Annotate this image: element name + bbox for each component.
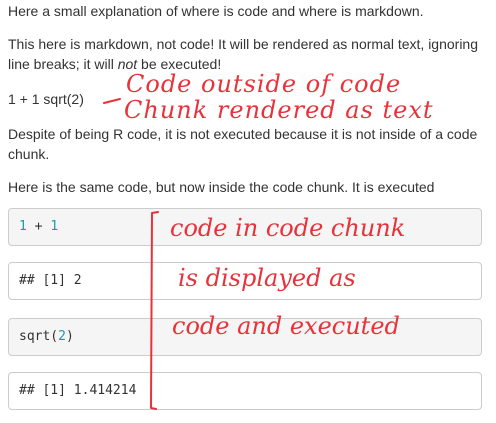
annotation-outside-line2: Chunk rendered as text	[124, 96, 434, 124]
annotation-marks	[103, 98, 159, 410]
annotation-inside-line1: code in code chunk	[170, 214, 406, 242]
annotation-inside-line2: is displayed as	[178, 264, 356, 292]
annotation-dash	[103, 98, 121, 104]
annotation-outside-line1: Code outside of code	[126, 70, 402, 98]
annotation-inside-line3: code and executed	[172, 312, 400, 340]
annotation-bracket	[150, 211, 159, 410]
